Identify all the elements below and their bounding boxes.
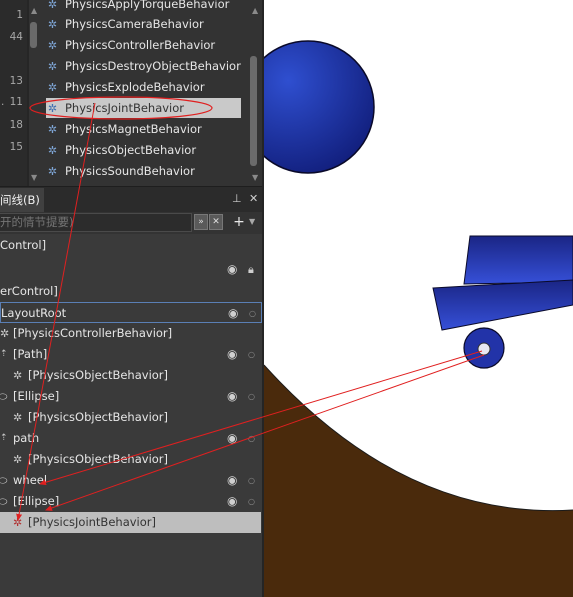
annotation-overlay	[16, 96, 485, 521]
highlight-ellipse	[29, 96, 213, 120]
pin-arrow	[45, 354, 485, 511]
wheel-arrow	[39, 350, 483, 486]
drag-arrow	[16, 102, 96, 521]
